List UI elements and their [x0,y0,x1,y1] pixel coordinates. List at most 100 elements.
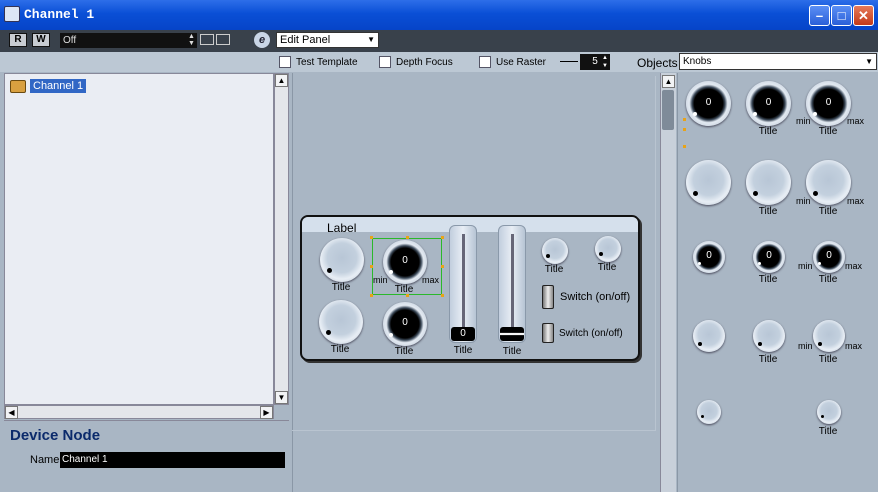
palette-knob[interactable]: 0 [813,241,845,273]
knob-indicator-icon [546,254,550,258]
knob-title: Title [544,264,564,275]
knob[interactable] [542,238,568,264]
remove-preset-icon[interactable] [216,34,230,45]
palette-knob[interactable]: 0 [686,81,731,126]
close-button[interactable]: ✕ [853,5,874,26]
toggle-switch[interactable] [542,285,554,309]
depth-focus-checkbox[interactable] [379,56,391,68]
tree-horizontal-scrollbar[interactable]: ◀ ▶ [4,405,274,419]
knob-value: 0 [705,97,712,108]
palette-knob[interactable]: 0 [693,241,725,273]
knob[interactable] [319,300,363,344]
tree-item-label: Channel 1 [30,79,87,93]
store-preset-icon[interactable] [200,34,214,45]
palette-knob-title: Title [758,274,778,285]
knob-indicator-icon [758,342,762,346]
canvas-scroll-thumb[interactable] [662,90,674,130]
knob-max-label: max [422,275,440,285]
fader[interactable] [498,225,526,343]
scroll-up-icon[interactable]: ▲ [275,74,288,87]
scroll-up-icon[interactable]: ▲ [662,75,675,88]
chevron-down-icon: ▼ [865,57,873,66]
knob-title: Title [394,346,414,357]
scroll-right-icon[interactable]: ▶ [260,406,273,419]
edit-mode-select[interactable]: Edit Panel ▼ [276,32,379,48]
knob-indicator-icon [701,415,704,418]
fader-title: Title [453,345,473,356]
tree-vertical-scrollbar[interactable]: ▲ ▼ [274,73,289,405]
knob[interactable] [320,238,364,282]
resize-handle[interactable] [441,236,444,239]
knob-indicator-icon [327,268,332,273]
toggle-switch[interactable] [542,323,554,343]
edit-mode-value: Edit Panel [280,34,331,46]
fader-handle[interactable] [500,327,524,341]
knob[interactable]: 0 [383,240,427,284]
minimize-button[interactable]: – [809,5,830,26]
palette-knob[interactable]: 0 [806,81,851,126]
resize-handle[interactable] [441,294,444,297]
palette-knob-title: Title [818,426,838,437]
palette-knob[interactable] [686,160,731,205]
knob[interactable] [595,236,621,262]
palette-marker [683,145,686,148]
resize-handle[interactable] [370,236,373,239]
scroll-down-icon[interactable]: ▼ [275,391,288,404]
palette-knob-title: Title [818,206,838,217]
palette-knob[interactable]: 0 [753,241,785,273]
knob-indicator-icon [389,333,393,337]
resize-handle[interactable] [441,265,444,268]
preset-field[interactable]: Off [60,33,197,48]
canvas-vertical-scrollbar[interactable]: ▲ [660,73,676,492]
knob[interactable]: 0 [383,302,427,346]
palette-knob-title: Title [818,274,838,285]
edit-icon[interactable]: e [254,32,270,48]
chevron-down-icon: ▼ [367,35,375,44]
raster-line-icon [560,61,578,62]
knob-title: Title [331,282,351,293]
depth-focus-label: Depth Focus [396,57,453,68]
palette-knob[interactable] [817,400,841,424]
palette-knob[interactable] [806,160,851,205]
fader[interactable]: 0 [449,225,477,343]
resize-handle[interactable] [370,265,373,268]
objects-select[interactable]: Knobs ▼ [679,53,877,70]
knob-title: Title [394,284,414,295]
knob-indicator-icon [698,342,702,346]
read-button[interactable]: R [9,33,27,47]
palette-max-label: max [845,341,863,351]
app-icon[interactable] [4,6,20,22]
scroll-left-icon[interactable]: ◀ [5,406,18,419]
resize-handle[interactable] [406,236,409,239]
raster-spinner-icon[interactable]: ▲ ▼ [602,54,608,70]
preset-spinner[interactable]: ▲ ▼ [188,33,195,47]
title-bar[interactable] [0,0,878,30]
name-field[interactable]: Channel 1 [60,452,285,468]
write-button[interactable]: W [32,33,50,47]
knob-indicator-icon [821,415,824,418]
raster-size-field[interactable]: 5 ▲ ▼ [580,54,610,70]
use-raster-checkbox[interactable] [479,56,491,68]
palette-knob[interactable] [813,320,845,352]
knob-indicator-icon [818,262,821,265]
palette-min-label: min [796,196,811,206]
palette-knob-title: Title [818,354,838,365]
panel-label[interactable]: Label [327,221,356,235]
palette-min-label: min [798,261,813,271]
palette-min-label: min [796,116,811,126]
palette-knob[interactable]: 0 [746,81,791,126]
palette-knob[interactable] [753,320,785,352]
fader-value[interactable]: 0 [451,327,475,341]
knob-indicator-icon [389,270,393,274]
maximize-button[interactable]: □ [831,5,852,26]
palette-knob[interactable] [746,160,791,205]
palette-knob[interactable] [697,400,721,424]
raster-size-value: 5 [592,56,598,67]
device-tree[interactable] [4,73,274,405]
palette-max-label: max [847,196,865,206]
knob-indicator-icon [698,262,701,265]
test-template-checkbox[interactable] [279,56,291,68]
knob-value: 0 [766,250,772,261]
resize-handle[interactable] [370,294,373,297]
palette-knob[interactable] [693,320,725,352]
